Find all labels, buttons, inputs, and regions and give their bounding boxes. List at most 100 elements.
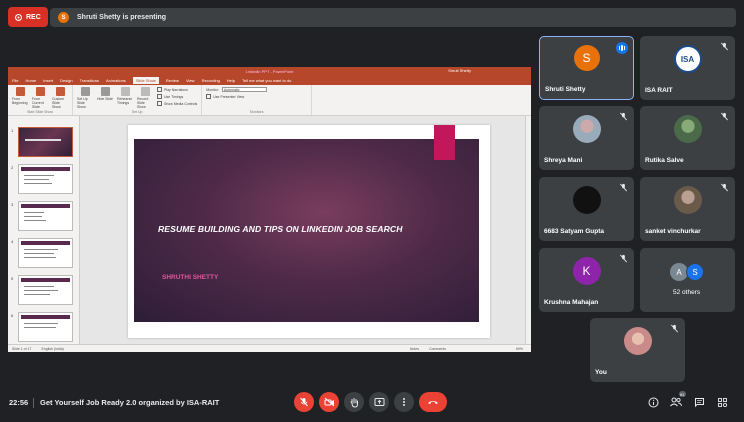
activities-button[interactable] xyxy=(715,395,729,409)
from-current-label: From Current Slide xyxy=(32,97,44,109)
zoom-level[interactable]: 69% xyxy=(516,347,523,351)
menu-insert[interactable]: Insert xyxy=(43,78,53,83)
monitors-group-label: Monitors xyxy=(250,110,264,114)
slide-thumbnail[interactable]: 2 xyxy=(11,164,73,194)
slide-thumbnail[interactable]: 6 xyxy=(11,312,73,342)
notes-button[interactable]: Notes xyxy=(410,347,419,351)
mic-off-icon xyxy=(620,183,627,192)
slide-thumbnail[interactable]: 1 xyxy=(11,127,73,157)
menu-recording[interactable]: Recording xyxy=(202,78,220,83)
slide-title: RESUME BUILDING AND TIPS ON LINKEDIN JOB… xyxy=(158,224,403,234)
thumb-number: 6 xyxy=(11,313,14,318)
comments-button[interactable]: Comments xyxy=(429,347,446,351)
vertical-scrollbar[interactable] xyxy=(525,116,531,344)
camera-toggle-button[interactable] xyxy=(319,392,339,412)
divider xyxy=(33,398,34,408)
mic-off-icon xyxy=(721,183,728,192)
people-button[interactable]: 61 xyxy=(669,391,686,409)
presenting-text: Shruti Shetty is presenting xyxy=(77,14,167,21)
tell-me-search[interactable]: Tell me what you want to do xyxy=(242,78,291,83)
raise-hand-button[interactable] xyxy=(344,392,364,412)
show-media-checkbox[interactable]: Show Media Controls xyxy=(157,101,197,106)
custom-show-label: Custom Slide Show xyxy=(52,97,65,109)
slide-thumbnail[interactable]: 4 xyxy=(11,238,73,268)
recording-label: REC xyxy=(26,13,41,21)
monitor-label: Monitor: xyxy=(206,87,219,92)
top-bar: REC xyxy=(8,7,48,27)
ribbon-group-setup: Set Up Slide Show Hide Slide Rehearse Ti… xyxy=(73,85,203,115)
participant-tile[interactable]: sanket vinchurkar xyxy=(640,177,735,241)
record-icon xyxy=(15,13,22,21)
record-icon xyxy=(140,87,150,96)
people-count-badge: 61 xyxy=(678,391,686,397)
play-narrations-checkbox[interactable]: Play Narrations xyxy=(157,87,197,92)
presenter-view-checkbox[interactable]: Use Presenter View xyxy=(206,94,307,99)
meeting-details-button[interactable] xyxy=(646,395,660,409)
speaking-indicator-icon xyxy=(616,42,628,54)
menu-transitions[interactable]: Transitions xyxy=(80,78,99,83)
participant-name: Shreya Mani xyxy=(544,157,583,164)
activities-icon xyxy=(717,397,727,407)
slide-subtitle: SHRUTHI SHETTY xyxy=(162,274,219,281)
rehearse-icon xyxy=(120,87,130,96)
participant-name: sanket vinchurkar xyxy=(645,228,701,235)
slideshow-icon xyxy=(15,87,25,96)
slide-thumbnail[interactable]: 3 xyxy=(11,201,73,231)
meeting-title: Get Yourself Job Ready 2.0 organized by … xyxy=(40,398,220,407)
others-tile[interactable]: A S 52 others xyxy=(640,248,735,312)
slide-thumbnails: 1 2 3 4 5 6 xyxy=(8,116,80,344)
hide-slide-label: Hide Slide xyxy=(97,97,113,101)
participant-tile[interactable]: ISA ISA RAIT xyxy=(640,36,735,100)
menu-design[interactable]: Design xyxy=(60,78,72,83)
participant-tile[interactable]: K Krushna Mahajan xyxy=(539,248,634,312)
thumb-number: 1 xyxy=(11,128,14,133)
participant-tile[interactable]: S Shruti Shetty xyxy=(539,36,634,100)
chat-button[interactable] xyxy=(692,395,706,409)
meeting-time: 22:56 xyxy=(9,398,29,407)
avatar: S xyxy=(686,263,704,281)
hangup-icon xyxy=(428,401,438,404)
ribbon-group-start: From Beginning From Current Slide Custom… xyxy=(8,85,73,115)
avatar xyxy=(623,327,652,356)
menu-review[interactable]: Review xyxy=(166,78,179,83)
menu-animations[interactable]: Animations xyxy=(106,78,126,83)
ppt-user: Shruti Shetty xyxy=(448,68,471,73)
menu-file[interactable]: File xyxy=(12,78,18,83)
avatar: K xyxy=(572,257,601,286)
presenter-avatar: S xyxy=(58,12,69,23)
participant-name: Rutika Salve xyxy=(645,157,684,164)
menu-slide-show[interactable]: Slide Show xyxy=(132,77,159,84)
mic-off-icon xyxy=(721,42,728,51)
mic-off-icon xyxy=(620,112,627,121)
menu-help[interactable]: Help xyxy=(227,78,235,83)
slide-thumbnail[interactable]: 5 xyxy=(11,275,73,305)
self-tile[interactable]: You xyxy=(590,318,685,382)
present-screen-button[interactable] xyxy=(369,392,389,412)
avatar xyxy=(572,186,601,215)
camera-off-icon xyxy=(324,397,334,407)
end-call-button[interactable] xyxy=(419,392,447,412)
slideshow-icon xyxy=(35,87,45,96)
presenting-bar: S Shruti Shetty is presenting xyxy=(50,8,736,27)
participant-tile[interactable]: Shreya Mani xyxy=(539,106,634,170)
ppt-menu: File Home Insert Design Transitions Anim… xyxy=(8,76,531,85)
menu-home[interactable]: Home xyxy=(25,78,36,83)
participant-tile[interactable]: Rutika Salve xyxy=(640,106,735,170)
participant-tile[interactable]: 6683 Satyam Gupta xyxy=(539,177,634,241)
present-icon xyxy=(374,398,384,406)
recording-indicator[interactable]: REC xyxy=(8,7,48,27)
participant-name: ISA RAIT xyxy=(645,87,673,94)
more-options-button[interactable] xyxy=(394,392,414,412)
menu-view[interactable]: View xyxy=(186,78,195,83)
monitor-select[interactable]: Automatic xyxy=(221,87,267,92)
use-timings-checkbox[interactable]: Use Timings xyxy=(157,94,197,99)
thumb-number: 3 xyxy=(11,202,14,207)
language: English (India) xyxy=(41,346,64,351)
avatar: ISA xyxy=(673,45,702,74)
ppt-statusbar: Slide 1 of 17 English (India) Notes Comm… xyxy=(8,344,531,352)
current-slide[interactable]: RESUME BUILDING AND TIPS ON LINKEDIN JOB… xyxy=(128,125,490,338)
mic-toggle-button[interactable] xyxy=(294,392,314,412)
record-show-label: Record Slide Show xyxy=(137,97,149,109)
mic-off-icon xyxy=(671,324,678,333)
thumb-number: 4 xyxy=(11,239,14,244)
